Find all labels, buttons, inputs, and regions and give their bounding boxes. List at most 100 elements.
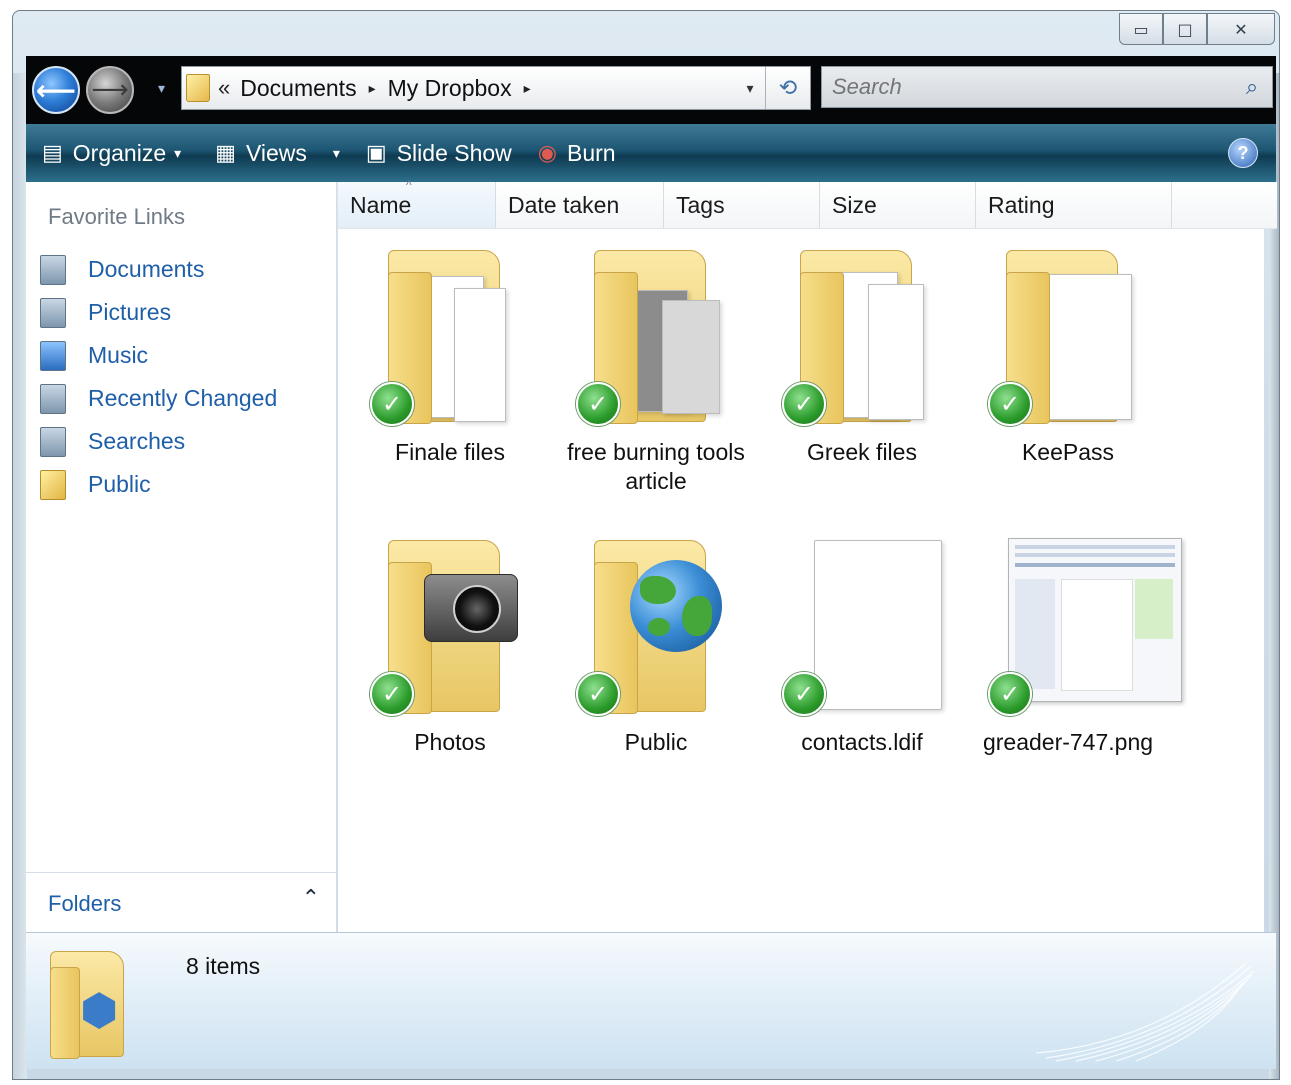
blank-document-shape <box>814 540 942 710</box>
forward-button[interactable]: ⟶ <box>86 66 134 114</box>
close-button[interactable]: ✕ <box>1207 13 1275 45</box>
sync-status-icon: ✓ <box>782 382 826 426</box>
column-header-row: Name ^ Date taken Tags Size Rating <box>338 178 1277 229</box>
chevron-down-icon[interactable]: ▾ <box>333 145 340 162</box>
minimize-button[interactable]: ▭ <box>1119 13 1163 45</box>
sidebar-item-music[interactable]: Music <box>40 334 277 377</box>
thumb-sidebar-shape <box>1015 579 1055 689</box>
dropbox-folder-icon: ⬢ <box>44 945 144 1061</box>
window-frame-left <box>13 73 27 1079</box>
documents-icon <box>40 254 66 285</box>
sync-status-icon: ✓ <box>370 672 414 716</box>
document-page-shape <box>868 284 924 420</box>
globe-land-shape <box>640 576 676 604</box>
navigation-bar: ⟵ ⟶ ▾ « Documents ▸ My Dropbox ▸ ▾ ⟲ ⌕ <box>26 56 1276 124</box>
folder-icon <box>186 74 210 102</box>
sidebar-item-label: Recently Changed <box>88 385 278 411</box>
back-button[interactable]: ⟵ <box>32 66 80 114</box>
sync-status-icon: ✓ <box>370 382 414 426</box>
breadcrumb-documents[interactable]: Documents <box>240 75 356 102</box>
chevron-up-icon[interactable]: ⌃ <box>302 885 320 911</box>
chevron-down-icon: ▾ <box>174 144 182 161</box>
column-label: Date taken <box>508 191 620 218</box>
recently-changed-icon <box>40 383 66 414</box>
list-item[interactable]: ✓ Photos <box>350 530 550 757</box>
item-name: free burning tools article <box>567 439 745 494</box>
refresh-button[interactable]: ⟲ <box>765 67 810 109</box>
list-item[interactable]: ✓ Finale files <box>350 240 550 467</box>
thumb-right-shape <box>1135 579 1173 639</box>
camera-icon <box>424 574 518 642</box>
image-thumbnail-icon: ✓ <box>988 530 1182 720</box>
folder-icon: ✓ <box>370 240 530 430</box>
command-toolbar: ▤ Organize ▾ ▦ Views ▾ ▣ Slide Show ◉ Bu… <box>26 124 1276 182</box>
views-button[interactable]: ▦ Views ▾ <box>215 140 340 167</box>
sidebar-item-label: Pictures <box>88 299 172 325</box>
favorite-links-list: Documents Pictures Music Recently Change… <box>40 248 277 506</box>
sidebar-item-searches[interactable]: Searches <box>40 420 277 463</box>
folder-icon: ✓ <box>576 240 736 430</box>
file-icon: ✓ <box>782 530 942 720</box>
folder-front-shape <box>50 967 80 1059</box>
folder-icon: ✓ <box>782 240 942 430</box>
address-dropdown-button[interactable]: ▾ <box>734 67 766 109</box>
maximize-button[interactable]: □ <box>1163 13 1207 45</box>
caption-buttons: ▭ □ ✕ <box>1119 13 1275 45</box>
list-item[interactable]: ✓ free burning tools article <box>556 240 756 496</box>
column-tags[interactable]: Tags <box>664 182 820 228</box>
item-name: contacts.ldif <box>801 729 923 755</box>
search-icon[interactable]: ⌕ <box>1232 75 1272 100</box>
public-folder-icon <box>40 469 66 500</box>
sidebar-item-recently-changed[interactable]: Recently Changed <box>40 377 277 420</box>
sort-ascending-icon: ^ <box>406 178 412 192</box>
thumb-bar-shape <box>1015 545 1175 549</box>
address-bar[interactable]: « Documents ▸ My Dropbox ▸ ▾ ⟲ <box>181 66 811 110</box>
recent-pages-dropdown[interactable]: ▾ <box>158 81 165 97</box>
camera-lens-shape <box>453 585 501 633</box>
dropbox-logo-icon: ⬢ <box>80 985 119 1036</box>
search-input[interactable] <box>822 73 1232 101</box>
burn-icon: ◉ <box>537 140 557 165</box>
list-item[interactable]: ✓ contacts.ldif <box>762 530 962 757</box>
sidebar-item-public[interactable]: Public <box>40 463 277 506</box>
slide-show-icon: ▣ <box>365 140 387 165</box>
column-label: Tags <box>676 191 725 218</box>
slide-show-button[interactable]: ▣ Slide Show <box>366 140 512 167</box>
sync-status-icon: ✓ <box>988 672 1032 716</box>
sync-status-icon: ✓ <box>782 672 826 716</box>
item-name: Greek files <box>807 439 917 465</box>
folder-icon: ✓ <box>576 530 736 720</box>
column-date-taken[interactable]: Date taken <box>496 182 664 228</box>
navigation-pane: Favorite Links Documents Pictures Music … <box>26 182 337 933</box>
file-list-pane: Name ^ Date taken Tags Size Rating ✓ Fin… <box>338 178 1277 932</box>
column-name[interactable]: Name ^ <box>338 178 496 228</box>
sidebar-item-pictures[interactable]: Pictures <box>40 291 277 334</box>
breadcrumb-separator[interactable]: ▸ <box>369 80 376 97</box>
thumb-bar-shape <box>1015 563 1175 567</box>
list-item[interactable]: ✓ greader-747.png <box>968 530 1182 757</box>
burn-button[interactable]: ◉ Burn <box>538 140 616 167</box>
item-name: Photos <box>414 729 486 755</box>
help-icon[interactable]: ? <box>1228 138 1258 168</box>
sync-status-icon: ✓ <box>988 382 1032 426</box>
decorative-swoosh <box>1036 962 1255 1062</box>
sidebar-item-documents[interactable]: Documents <box>40 248 277 291</box>
organize-button[interactable]: ▤ Organize ▾ <box>42 140 181 167</box>
views-label: Views <box>245 139 307 166</box>
thumb-main-shape <box>1061 579 1133 691</box>
breadcrumb-separator[interactable]: ▸ <box>524 80 531 97</box>
breadcrumb-my-dropbox[interactable]: My Dropbox <box>388 75 512 102</box>
organize-label: Organize <box>72 139 167 166</box>
breadcrumb-overflow[interactable]: « <box>218 75 230 101</box>
search-box: ⌕ <box>821 66 1273 108</box>
folders-toggle[interactable]: Folders ⌃ <box>26 872 336 933</box>
column-rating[interactable]: Rating <box>976 182 1172 228</box>
list-item[interactable]: ✓ Greek files <box>762 240 962 467</box>
column-size[interactable]: Size <box>820 182 976 228</box>
sidebar-item-label: Music <box>88 342 149 368</box>
item-name: greader-747.png <box>982 729 1154 755</box>
views-icon: ▦ <box>215 140 236 165</box>
list-item[interactable]: ✓ Public <box>556 530 756 757</box>
item-count: 8 items <box>186 953 261 979</box>
list-item[interactable]: ✓ KeePass <box>968 240 1168 467</box>
